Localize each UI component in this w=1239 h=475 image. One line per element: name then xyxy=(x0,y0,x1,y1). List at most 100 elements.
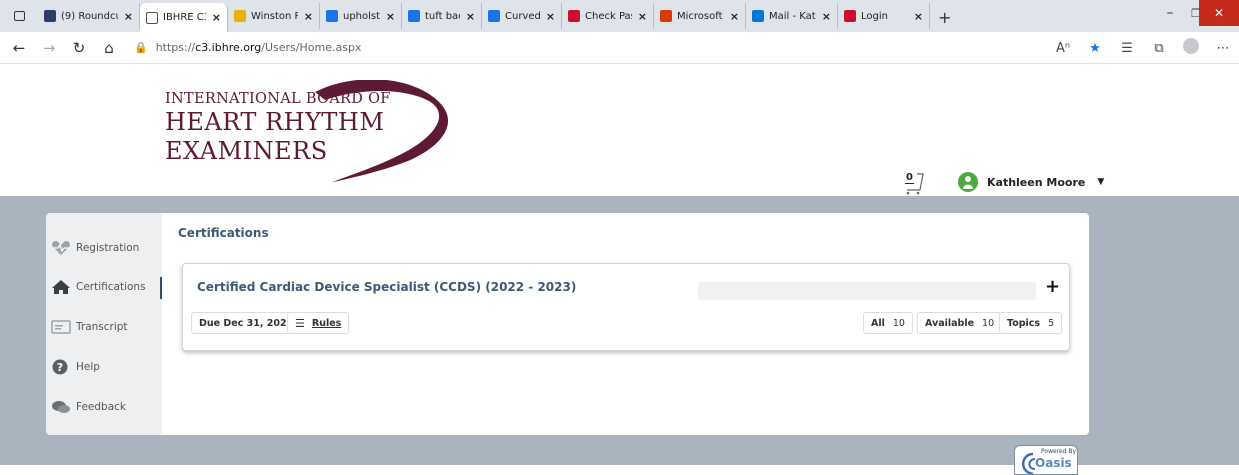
close-window-button[interactable]: ✕ xyxy=(1199,0,1239,26)
help-icon: ? xyxy=(51,359,71,375)
tab-title: Winston Port xyxy=(251,10,298,22)
url-path: /Users/Home.aspx xyxy=(261,41,362,54)
tab-title: Mail - Kathle xyxy=(769,10,816,22)
url-domain: c3.ibhre.org xyxy=(195,41,262,54)
tab-title: Login xyxy=(861,10,888,22)
vendor-name: Oasis xyxy=(1035,456,1072,470)
browser-tab[interactable]: (9) Roundcub × xyxy=(38,3,140,29)
sidebar-item-label: Help xyxy=(76,361,100,373)
filter-count: 10 xyxy=(892,317,905,329)
user-avatar-icon xyxy=(958,172,978,192)
address-bar-row: ← → ↻ ⌂ 🔒 https://c3.ibhre.org/Users/Hom… xyxy=(0,32,1239,64)
bing-icon xyxy=(408,10,420,22)
close-tab-icon[interactable]: × xyxy=(822,10,831,23)
certification-progress-bar xyxy=(698,282,1036,300)
page-icon xyxy=(146,11,158,24)
browser-tab[interactable]: Mail - Kathle × xyxy=(746,3,838,29)
close-tab-icon[interactable]: × xyxy=(386,10,395,23)
favorite-star-icon[interactable]: ★ xyxy=(1079,41,1111,56)
powered-by-badge[interactable]: Powered By Oasis xyxy=(1014,445,1078,475)
browser-tab[interactable]: Winston Port × xyxy=(228,3,320,29)
chevron-down-icon: ▼ xyxy=(1097,177,1105,187)
close-tab-icon[interactable]: × xyxy=(638,10,647,23)
sidebar-item-help[interactable]: ? Help xyxy=(51,355,159,379)
home-button[interactable]: ⌂ xyxy=(94,39,124,57)
filter-topics-button[interactable]: Topics 5 xyxy=(999,312,1063,334)
lock-icon: 🔒 xyxy=(134,41,148,54)
home-icon xyxy=(51,279,71,295)
browser-tab[interactable]: Microsoft Off × xyxy=(654,3,746,29)
close-tab-icon[interactable]: × xyxy=(304,10,313,23)
content-panel: Certifications Certified Cardiac Device … xyxy=(162,213,1089,435)
ibhre-logo[interactable]: INTERNATIONAL BOARD OF HEART RHYTHM EXAM… xyxy=(165,80,465,190)
sidebar-item-transcript[interactable]: Transcript xyxy=(51,315,159,339)
rules-button[interactable]: ☰ Rules xyxy=(287,312,350,334)
tab-title: (9) Roundcub xyxy=(61,10,118,22)
collections-icon[interactable]: ⧉ xyxy=(1143,41,1175,56)
tab-actions-button[interactable] xyxy=(0,3,38,29)
filter-all-button[interactable]: All 10 xyxy=(863,312,913,334)
tab-title: Microsoft Off xyxy=(677,10,724,22)
main-area: Registration Certifications Transcript ?… xyxy=(0,196,1239,475)
tab-title: IBHRE C3 Pro xyxy=(163,12,206,23)
read-aloud-icon[interactable]: Aⁿ xyxy=(1047,41,1079,56)
browser-toolbar: Aⁿ ★ ☰ ⧉ ⋯ xyxy=(1047,32,1239,64)
heartbeat-icon xyxy=(51,240,71,256)
browser-tab[interactable]: Login × xyxy=(838,3,930,29)
shopping-cart-button[interactable]: 0 xyxy=(900,172,936,195)
expand-plus-icon[interactable]: + xyxy=(1045,276,1060,297)
filter-count: 10 xyxy=(982,317,995,329)
back-button[interactable]: ← xyxy=(4,39,34,57)
due-date-text: Due Dec 31, 2023 xyxy=(199,317,294,329)
tab-title: Check Passw xyxy=(585,10,632,22)
browser-tab[interactable]: tuft back sofa × xyxy=(402,3,482,29)
forward-button[interactable]: → xyxy=(34,39,64,57)
close-tab-icon[interactable]: × xyxy=(466,10,475,23)
roundcube-icon xyxy=(44,10,56,22)
list-icon: ☰ xyxy=(295,316,305,330)
sidebar-item-registration[interactable]: Registration xyxy=(51,236,159,260)
filter-available-button[interactable]: Available 10 xyxy=(917,312,1003,334)
browser-tab[interactable]: upholstery sh × xyxy=(320,3,402,29)
tab-actions-icon xyxy=(13,11,25,21)
close-tab-icon[interactable]: × xyxy=(546,10,555,23)
tab-title: Curved Tufte xyxy=(505,10,540,22)
sidebar-item-label: Registration xyxy=(76,242,140,254)
browser-tab[interactable]: Curved Tufte × xyxy=(482,3,562,29)
browser-tab[interactable]: Check Passw × xyxy=(562,3,654,29)
bing-icon xyxy=(326,10,338,22)
heart-icon xyxy=(844,10,856,22)
sidebar-item-label: Feedback xyxy=(76,401,127,413)
heart-icon xyxy=(568,10,580,22)
browser-tab[interactable]: IBHRE C3 Pro × xyxy=(140,3,228,32)
site-header: INTERNATIONAL BOARD OF HEART RHYTHM EXAM… xyxy=(0,64,1239,196)
powered-by-text: Powered By xyxy=(1041,448,1077,455)
profile-icon[interactable] xyxy=(1175,38,1207,58)
logo-line-1: INTERNATIONAL BOARD OF xyxy=(165,91,391,107)
svg-text:?: ? xyxy=(57,361,63,374)
close-tab-icon[interactable]: × xyxy=(212,11,221,24)
close-tab-icon[interactable]: × xyxy=(914,10,923,23)
new-tab-button[interactable]: + xyxy=(938,8,951,27)
favorites-icon[interactable]: ☰ xyxy=(1111,41,1143,56)
filter-label: Topics xyxy=(1007,317,1041,329)
filter-label: All xyxy=(871,317,885,329)
browser-tab-strip: (9) Roundcub×IBHRE C3 Pro×Winston Port×u… xyxy=(0,0,1239,32)
url-field[interactable]: 🔒 https://c3.ibhre.org/Users/Home.aspx xyxy=(134,41,361,54)
certification-card: Certified Cardiac Device Specialist (CCD… xyxy=(182,263,1070,351)
more-menu-icon[interactable]: ⋯ xyxy=(1207,41,1239,56)
certification-title[interactable]: Certified Cardiac Device Specialist (CCD… xyxy=(197,280,576,294)
due-date-badge: Due Dec 31, 2023 xyxy=(191,312,302,334)
rules-label: Rules xyxy=(311,317,342,329)
close-tab-icon[interactable]: × xyxy=(730,10,739,23)
sidebar-item-certifications[interactable]: Certifications xyxy=(51,275,163,299)
filter-label: Available xyxy=(925,317,975,329)
refresh-button[interactable]: ↻ xyxy=(64,39,94,57)
sidebar-item-feedback[interactable]: Feedback xyxy=(51,395,159,419)
filter-count: 5 xyxy=(1048,317,1055,329)
page-title: Certifications xyxy=(178,226,269,240)
logo-line-2: HEART RHYTHM xyxy=(165,108,385,136)
tab-title: tuft back sofa xyxy=(425,10,460,22)
user-menu[interactable]: Kathleen Moore ▼ xyxy=(958,172,1104,192)
close-tab-icon[interactable]: × xyxy=(124,10,133,23)
